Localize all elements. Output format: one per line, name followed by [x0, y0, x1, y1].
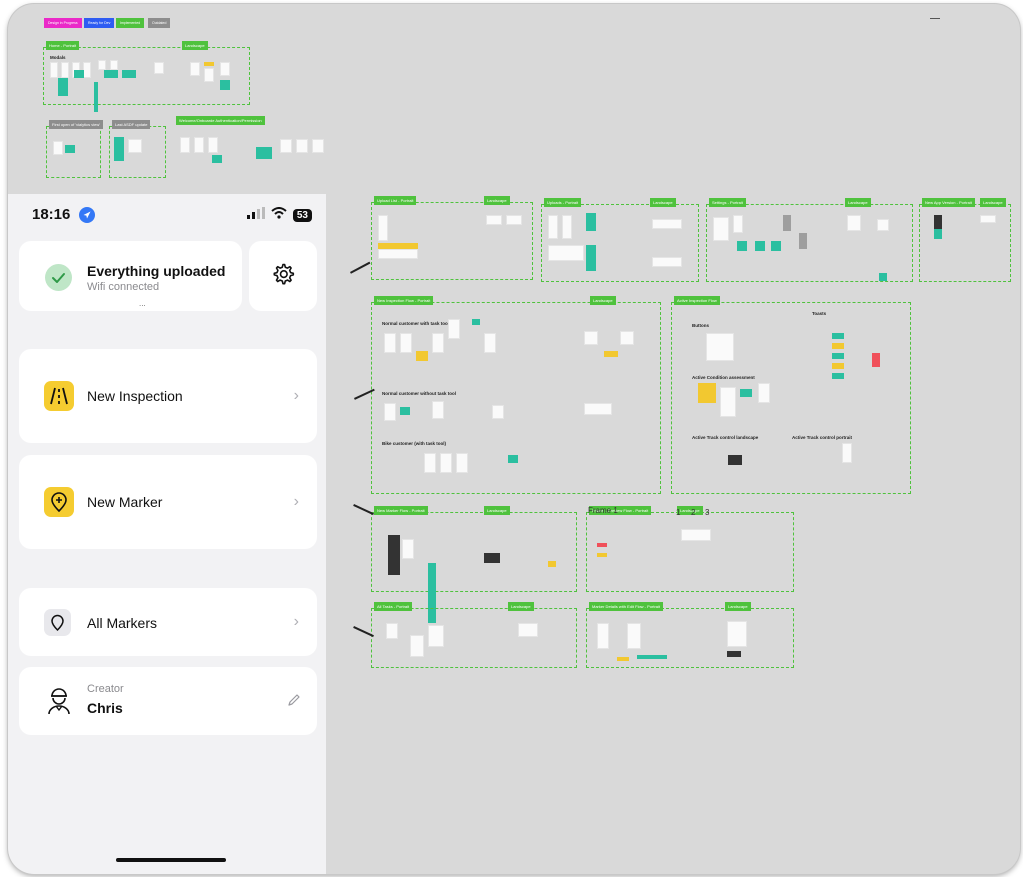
status-time: 18:16 — [32, 206, 71, 223]
frame-tag-newmarker-portrait: New Marker Flow - Portrait — [374, 506, 428, 515]
frame-new-marker[interactable]: New Marker Flow - Portrait Landscape — [371, 506, 577, 623]
system-icons: 53 — [246, 206, 312, 224]
page-dots: ... — [139, 299, 146, 308]
frame-upload-list[interactable]: Upload List - Portrait Landscape — [371, 196, 533, 280]
status-bar: 18:16 53 — [32, 206, 312, 226]
frame-tag-newinsp-portrait: New Inspection Flow - Portrait — [374, 296, 434, 305]
frame-tag-uploads-portrait: Uploads - Portrait — [544, 198, 582, 207]
chevron-right-icon: › — [293, 613, 299, 630]
sublabel-normal-with-task: Normal customer with task tool — [382, 321, 450, 326]
creator-caption: Creator — [87, 683, 124, 695]
sublabel-active-condition: Active Condition assessment — [692, 375, 755, 380]
sublabel-bike-customer: Bike customer (with task tool) — [382, 441, 447, 446]
creator-card[interactable]: Creator Chris — [19, 667, 317, 735]
frame-tag-first-open: First open of 'vialytics view' — [49, 120, 103, 129]
frame-tag-alltasks-portrait: All Tasks - Portrait — [374, 602, 413, 611]
frame-tag-welcome: Welcome/Onboarde Authentication/Permissi… — [176, 116, 265, 125]
frame-tag-newapp-portrait: New App Version - Portrait — [922, 198, 975, 207]
home-indicator[interactable] — [116, 858, 226, 862]
sublabel-toasts: Toasts — [812, 311, 827, 316]
canvas-stray-number-3: 3 — [705, 508, 710, 517]
frame-tag-upload-portrait: Upload List - Portrait — [374, 196, 417, 205]
frame-tag-frame-landscape: Landscape — [677, 506, 703, 515]
legend-ready-for-dev: Ready for Dev — [84, 18, 115, 28]
upload-status-card[interactable]: Everything uploaded Wifi connected ... — [19, 241, 242, 311]
frame-last-asdf[interactable]: Last ASDF update — [109, 120, 166, 178]
frame-tag-settings-portrait: Settings - Portrait — [709, 198, 746, 207]
frame-home[interactable]: Home - Portrait Landscape Modals — [43, 41, 250, 112]
all-markers-button[interactable]: All Markers › — [19, 588, 317, 656]
new-marker-label: New Marker — [87, 494, 163, 510]
frame-tag-markerdetails-portrait: Marker Details with Edit Flow - Portrait — [589, 602, 664, 611]
map-pin-icon — [44, 609, 71, 636]
chevron-right-icon: › — [293, 493, 299, 510]
marker-plus-icon — [44, 487, 74, 517]
tablet-screen: Design in Progress Ready for Dev Impleme… — [8, 4, 1020, 874]
frame-welcome[interactable]: Welcome/Onboarde Authentication/Permissi… — [175, 116, 325, 174]
frame-tag-last-asdf: Last ASDF update — [112, 120, 151, 129]
new-marker-button[interactable]: New Marker › — [19, 455, 317, 549]
sublabel-buttons: Buttons — [692, 323, 709, 328]
frame-tag-newapp-landscape: Landscape — [980, 198, 1006, 207]
new-inspection-label: New Inspection — [87, 388, 183, 404]
frame-tag-uploads-landscape: Landscape — [650, 198, 676, 207]
frame-tag-settings-landscape: Landscape — [845, 198, 871, 207]
canvas-mark — [930, 18, 940, 19]
frame-tag-newmarker-landscape: Landscape — [484, 506, 510, 515]
settings-button[interactable] — [249, 241, 317, 311]
edit-pencil-icon[interactable] — [287, 693, 301, 712]
frame-tag-markerdetails-landscape: Landscape — [725, 602, 751, 611]
frame-settings[interactable]: Settings - Portrait Landscape — [706, 198, 913, 282]
new-inspection-button[interactable]: New Inspection › — [19, 349, 317, 443]
sublabel-normal-without-task: Normal customer without task tool — [382, 391, 457, 396]
frame-tag-alltasks-landscape: Landscape — [508, 602, 534, 611]
canvas-stray-number-2: 2 — [691, 508, 696, 517]
battery-indicator: 53 — [292, 208, 312, 222]
all-markers-label: All Markers — [87, 615, 158, 631]
frame-new-inspection[interactable]: New Inspection Flow - Portrait Landscape… — [371, 296, 661, 494]
upload-status-subtitle: Wifi connected — [87, 281, 160, 293]
upload-status-title: Everything uploaded — [87, 263, 226, 279]
frame-first-open[interactable]: First open of 'vialytics view' — [46, 120, 103, 178]
app-panel: 18:16 53 Everything uploaded Wifi connec… — [8, 194, 326, 874]
location-arrow-icon — [79, 207, 95, 223]
wifi-icon — [271, 206, 287, 224]
frame-new-app-version[interactable]: New App Version - Portrait Landscape — [919, 198, 1011, 282]
frame-tag-active-flow: Active Inspection Flow — [674, 296, 720, 305]
frame-tag-home-landscape: Landscape — [182, 41, 208, 50]
frame-tag-newinsp-landscape: Landscape — [590, 296, 616, 305]
connector-line — [353, 504, 374, 515]
frame-active-inspection[interactable]: Active Inspection Flow Buttons Toasts Ac… — [671, 296, 911, 494]
frame-tag-upload-landscape: Landscape — [484, 196, 510, 205]
creator-name: Chris — [87, 700, 123, 716]
cellular-signal-icon — [246, 206, 265, 224]
worker-avatar-icon — [45, 686, 73, 721]
frame-uploads[interactable]: Uploads - Portrait Landscape — [541, 198, 699, 282]
legend-outdated: Outdated — [148, 18, 171, 28]
sublabel-active-track-landscape: Active Track control landscape — [692, 435, 759, 440]
canvas-stray-frame-label: Frame 1 — [588, 506, 618, 515]
canvas-stray-number-1: 1 — [676, 508, 681, 517]
gear-icon — [271, 262, 295, 291]
road-icon — [44, 381, 74, 411]
frame-marker-details[interactable]: Marker Details with Edit Flow - Portrait… — [586, 602, 794, 668]
frame-preview[interactable]: Frame 1 Preview Flow - Portrait Landscap… — [586, 506, 794, 592]
legend-design-in-progress: Design in Progress — [44, 18, 82, 28]
sublabel-active-track-portrait: Active Track control portrait — [792, 435, 853, 440]
checkmark-icon — [45, 264, 72, 291]
frame-tag-home-portrait: Home - Portrait — [46, 41, 80, 50]
frame-all-tasks[interactable]: All Tasks - Portrait Landscape — [371, 602, 577, 668]
legend-implemented: Implemented — [116, 18, 145, 28]
connector-line — [350, 261, 371, 274]
chevron-right-icon: › — [293, 387, 299, 404]
sublabel-modals: Modals — [50, 55, 66, 60]
